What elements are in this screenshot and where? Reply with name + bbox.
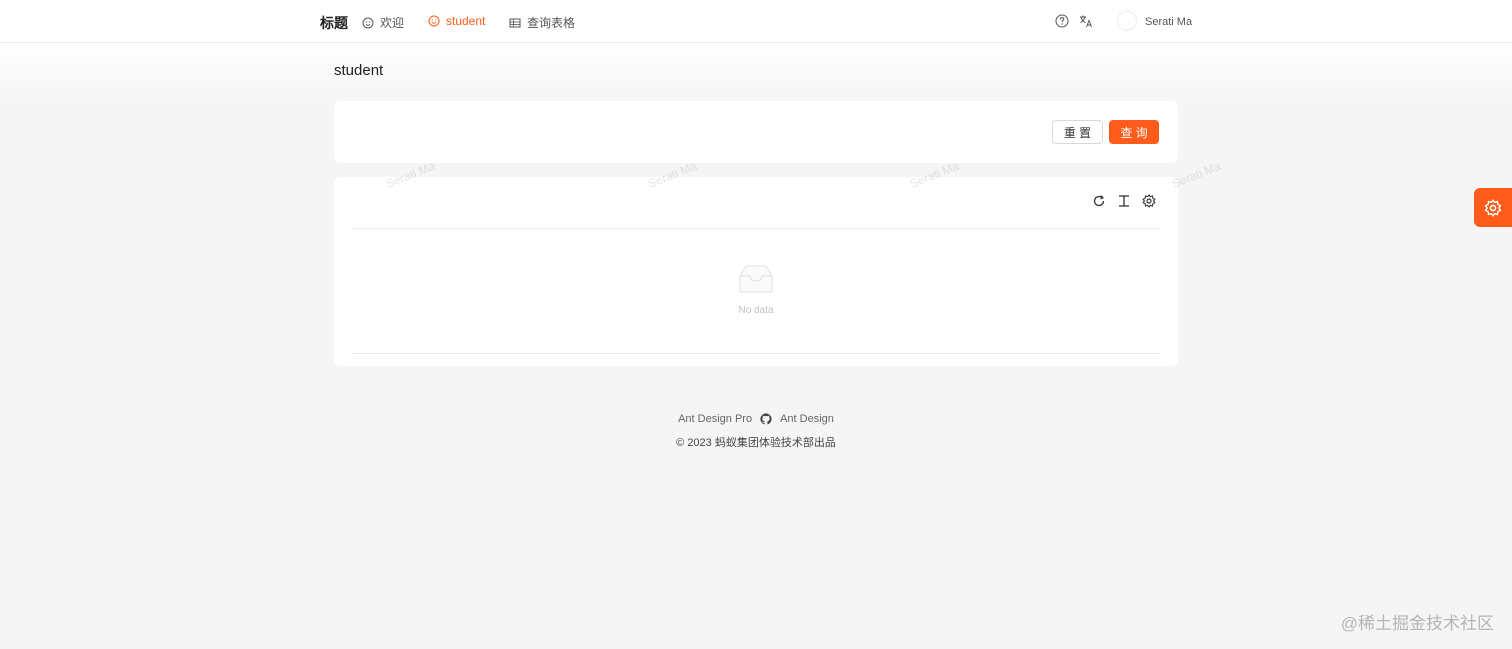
search-form-card: 重 置 查 询 <box>334 101 1178 163</box>
top-header: 标题 欢迎 student 查询表格 Serati Ma <box>0 0 1512 43</box>
table-footer-divider <box>352 353 1160 354</box>
copyright: © 2023 蚂蚁集团体验技术部出品 <box>0 434 1512 450</box>
avatar[interactable] <box>1117 11 1137 31</box>
header-username[interactable]: Serati Ma <box>1145 16 1192 28</box>
corner-watermark: @稀土掘金技术社区 <box>1340 614 1494 633</box>
nav-item-label: 查询表格 <box>527 16 576 30</box>
query-button[interactable]: 查 询 <box>1109 120 1159 144</box>
reload-icon[interactable] <box>1092 194 1106 208</box>
column-height-icon[interactable] <box>1117 194 1131 208</box>
nav-item-student[interactable]: student <box>428 14 485 28</box>
watermark-text: Serati Ma <box>1170 158 1223 191</box>
setting-icon[interactable] <box>1142 194 1156 208</box>
nav-item-query-table[interactable]: 查询表格 <box>509 14 575 31</box>
copyright-text: 2023 蚂蚁集团体验技术部出品 <box>687 437 836 449</box>
smile-icon <box>362 17 374 28</box>
translate-icon[interactable] <box>1079 14 1093 28</box>
page-title: student <box>334 62 384 79</box>
table-header-divider <box>352 228 1160 229</box>
question-icon[interactable] <box>1055 14 1069 28</box>
empty-text: No data <box>738 305 774 316</box>
table-card: No data <box>334 177 1178 366</box>
footer-links: Ant Design Pro Ant Design <box>0 413 1512 425</box>
app-brand-title[interactable]: 标题 <box>320 13 348 33</box>
nav-item-welcome[interactable]: 欢迎 <box>362 14 404 31</box>
table-icon <box>509 18 521 27</box>
footer-link-ant-design[interactable]: Ant Design <box>780 413 834 425</box>
empty-inbox-icon <box>739 265 773 293</box>
nav-item-label: 欢迎 <box>380 16 405 30</box>
github-icon[interactable] <box>760 413 772 425</box>
gear-icon <box>1484 198 1502 217</box>
reset-button[interactable]: 重 置 <box>1052 120 1103 144</box>
footer-link-ant-design-pro[interactable]: Ant Design Pro <box>678 413 752 425</box>
copyright-icon: © <box>676 437 685 449</box>
smile-icon <box>428 15 440 27</box>
background-gradient <box>0 43 1512 103</box>
settings-drawer-button[interactable] <box>1474 188 1512 227</box>
nav-item-label: student <box>446 14 486 28</box>
